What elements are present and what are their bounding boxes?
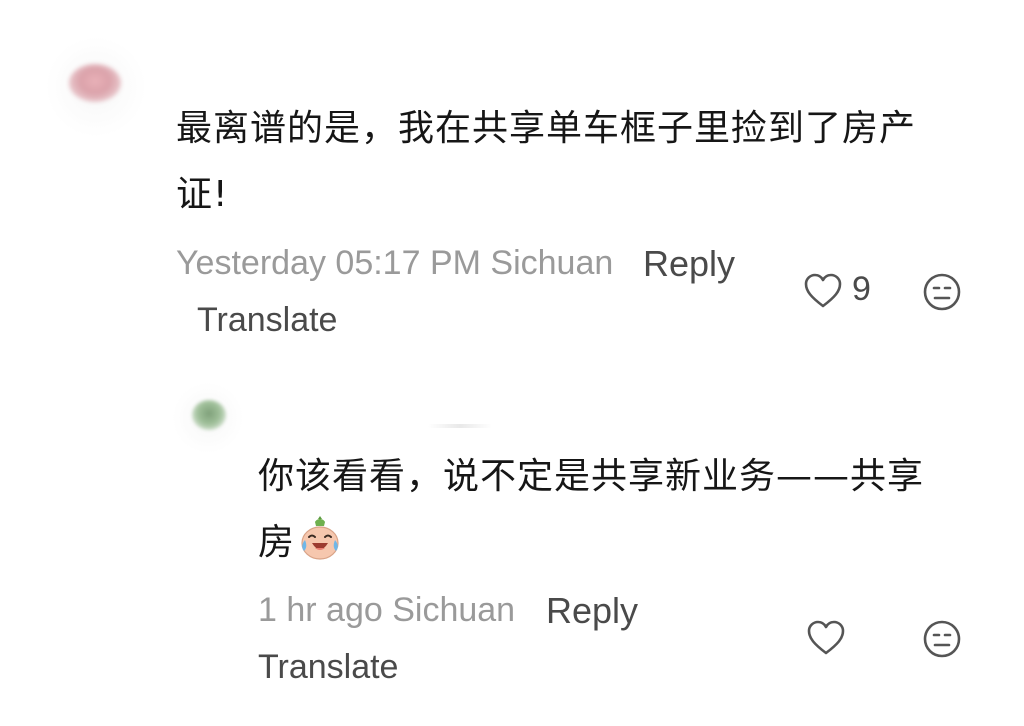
comment-time: Yesterday 05:17 PM <box>176 244 481 282</box>
avatar[interactable] <box>45 36 147 138</box>
comment-text: 你该看看，说不定是共享新业务——共享 房 <box>258 444 978 576</box>
username-placeholder <box>428 424 492 428</box>
neutral-face-icon[interactable] <box>922 272 962 312</box>
heart-outline-icon[interactable] <box>803 272 843 310</box>
comment-location: Sichuan <box>392 591 516 629</box>
laughing-crying-emoji-icon <box>297 516 343 562</box>
translate-button[interactable]: Translate <box>258 648 398 687</box>
comment-meta: 1 hr ago Sichuan <box>258 591 515 630</box>
reply-button[interactable]: Reply <box>643 243 735 285</box>
avatar-image <box>192 400 226 430</box>
like-count: 9 <box>852 270 871 308</box>
neutral-face-icon[interactable] <box>922 619 962 659</box>
comment-time: 1 hr ago <box>258 591 383 629</box>
translate-button[interactable]: Translate <box>197 301 337 340</box>
avatar-image <box>69 64 121 102</box>
comment-text-fragment: 房 <box>258 522 296 563</box>
heart-outline-icon[interactable] <box>806 619 846 657</box>
reply-button[interactable]: Reply <box>546 590 638 632</box>
avatar[interactable] <box>172 382 244 454</box>
comment-text-line: 你该看看，说不定是共享新业务——共享 <box>258 456 925 497</box>
comment-location: Sichuan <box>490 244 614 282</box>
comment-text-line: 最离谱的是，我在共享单车框子里捡到了房产 <box>176 108 917 149</box>
comment-text: 最离谱的是，我在共享单车框子里捡到了房产 证! <box>176 96 976 228</box>
comment-meta: Yesterday 05:17 PM Sichuan <box>176 244 613 283</box>
comment-text-line: 房 <box>258 510 978 576</box>
comment-text-line: 证! <box>176 174 229 215</box>
